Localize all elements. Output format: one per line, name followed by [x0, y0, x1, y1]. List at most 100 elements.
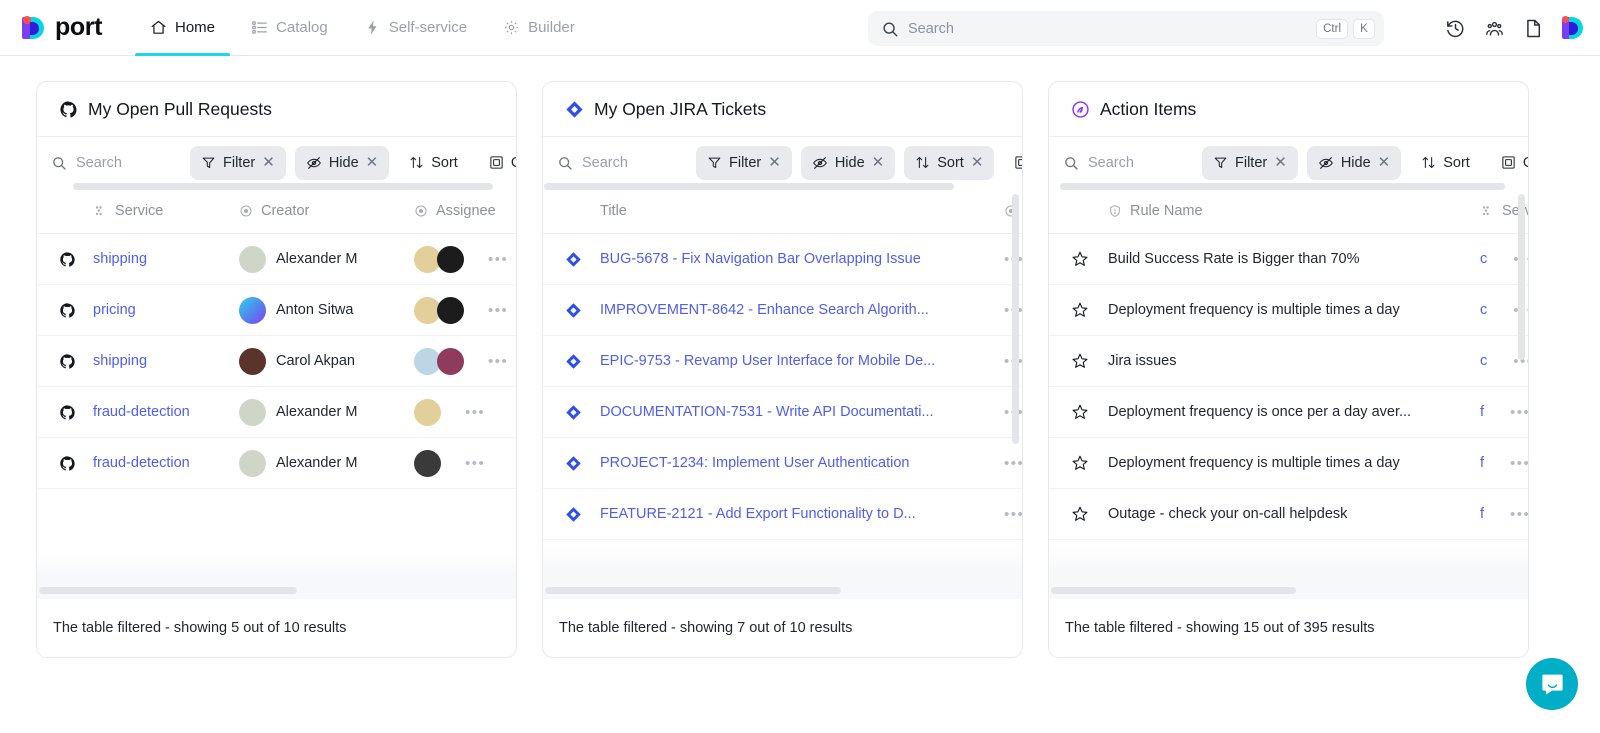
cell-ticket-title[interactable]: PROJECT-1234: Implement User Authenticat…: [600, 455, 1004, 471]
cell-service[interactable]: shipping: [93, 353, 239, 369]
row-star-icon[interactable]: [1049, 403, 1108, 421]
table-row[interactable]: Build Success Rate is Bigger than 70% c …: [1049, 234, 1528, 285]
row-menu-button[interactable]: •••: [465, 455, 485, 472]
column-header-title[interactable]: Title: [600, 203, 1004, 219]
filter-button[interactable]: Filter ✕: [190, 146, 286, 180]
column-header-rule-name[interactable]: Rule Name: [1108, 203, 1480, 219]
cell-ticket-title[interactable]: EPIC-9753 - Revamp User Interface for Mo…: [600, 353, 1004, 369]
column-header-service[interactable]: Service: [93, 203, 239, 219]
table-v-scrollbar[interactable]: [1518, 194, 1525, 360]
table-h-scrollbar[interactable]: [1051, 587, 1296, 594]
row-star-icon[interactable]: [1049, 454, 1108, 472]
service-link[interactable]: c: [1480, 353, 1487, 369]
table-row[interactable]: Deployment frequency is once per a day a…: [1049, 387, 1528, 438]
table-h-scrollbar[interactable]: [545, 587, 841, 594]
clear-sort-icon[interactable]: ✕: [971, 155, 984, 170]
table-row[interactable]: fraud-detection Alexander M •••: [37, 387, 516, 438]
group-button[interactable]: G: [1490, 146, 1529, 180]
row-menu-button[interactable]: •••: [488, 251, 508, 268]
column-header-assignee[interactable]: Assignee: [414, 203, 516, 219]
clear-hide-icon[interactable]: ✕: [366, 155, 379, 170]
cell-ticket-title[interactable]: FEATURE-2121 - Add Export Functionality …: [600, 506, 1004, 522]
cell-ticket-title[interactable]: DOCUMENTATION-7531 - Write API Documenta…: [600, 404, 1004, 420]
table-row[interactable]: pricing Anton Sitwa •••: [37, 285, 516, 336]
sort-button[interactable]: Sort: [398, 146, 469, 180]
service-link[interactable]: c: [1480, 302, 1487, 318]
docs-icon[interactable]: [1523, 18, 1544, 39]
table-row[interactable]: EPIC-9753 - Revamp User Interface for Mo…: [543, 336, 1022, 387]
service-link[interactable]: f: [1480, 404, 1484, 420]
table-search[interactable]: Search: [1063, 155, 1193, 171]
table-row[interactable]: Outage - check your on-call helpdesk f •…: [1049, 489, 1528, 540]
row-menu-button[interactable]: •••: [488, 302, 508, 319]
table-search[interactable]: Search: [51, 155, 181, 171]
table-row[interactable]: IMPROVEMENT-8642 - Enhance Search Algori…: [543, 285, 1022, 336]
service-link[interactable]: f: [1480, 455, 1484, 471]
row-menu-button[interactable]: •••: [1510, 506, 1528, 523]
row-menu-button[interactable]: •••: [1510, 455, 1528, 472]
clear-filter-icon[interactable]: ✕: [262, 155, 275, 170]
nav-item-builder[interactable]: Builder: [485, 0, 593, 56]
service-link[interactable]: f: [1480, 506, 1484, 522]
row-star-icon[interactable]: [1049, 301, 1108, 319]
sort-button[interactable]: Sort: [1410, 146, 1481, 180]
table-row[interactable]: Deployment frequency is multiple times a…: [1049, 438, 1528, 489]
nav-item-home[interactable]: Home: [132, 0, 233, 56]
clear-hide-icon[interactable]: ✕: [872, 155, 885, 170]
table-search[interactable]: Search: [557, 155, 687, 171]
service-link[interactable]: c: [1480, 251, 1487, 267]
row-star-icon[interactable]: [1049, 250, 1108, 268]
filter-button[interactable]: Filter ✕: [696, 146, 792, 180]
account-logo[interactable]: [1562, 16, 1584, 40]
hide-button[interactable]: Hide ✕: [1307, 146, 1401, 180]
group-button[interactable]: [1003, 146, 1023, 180]
nav-item-builder-label: Builder: [528, 19, 575, 36]
cell-ticket-title[interactable]: BUG-5678 - Fix Navigation Bar Overlappin…: [600, 251, 1004, 267]
clear-filter-icon[interactable]: ✕: [1274, 155, 1287, 170]
table-row[interactable]: FEATURE-2121 - Add Export Functionality …: [543, 489, 1022, 540]
clear-filter-icon[interactable]: ✕: [768, 155, 781, 170]
table-scroll-area[interactable]: Service Creator Assignee shippi: [37, 188, 516, 599]
table-v-scrollbar[interactable]: [1012, 194, 1019, 444]
column-header-creator[interactable]: Creator: [239, 203, 414, 219]
table-row[interactable]: shipping Carol Akpan •••: [37, 336, 516, 387]
table-row[interactable]: Deployment frequency is multiple times a…: [1049, 285, 1528, 336]
cell-creator: Anton Sitwa: [239, 297, 414, 324]
hide-button[interactable]: Hide ✕: [295, 146, 389, 180]
table-row[interactable]: BUG-5678 - Fix Navigation Bar Overlappin…: [543, 234, 1022, 285]
row-menu-button[interactable]: •••: [488, 353, 508, 370]
table-row[interactable]: shipping Alexander M •••: [37, 234, 516, 285]
table-scroll-area[interactable]: Rule Name Service Build Success Rate is …: [1049, 188, 1528, 599]
row-menu-button[interactable]: •••: [1510, 404, 1528, 421]
row-star-icon[interactable]: [1049, 505, 1108, 523]
chat-launcher-button[interactable]: [1526, 658, 1578, 710]
table-scroll-area[interactable]: Title BUG-5678 - Fix Navigation Bar Over…: [543, 188, 1022, 599]
global-search[interactable]: Ctrl K: [868, 11, 1384, 46]
global-search-input[interactable]: [908, 21, 1311, 37]
cell-actions: •••: [1004, 503, 1022, 525]
cell-service[interactable]: shipping: [93, 251, 239, 267]
row-menu-button[interactable]: •••: [1004, 455, 1022, 472]
cell-service[interactable]: fraud-detection: [93, 455, 239, 471]
table-row[interactable]: fraud-detection Alexander M •••: [37, 438, 516, 489]
clear-hide-icon[interactable]: ✕: [1378, 155, 1391, 170]
cell-service[interactable]: pricing: [93, 302, 239, 318]
table-row[interactable]: DOCUMENTATION-7531 - Write API Documenta…: [543, 387, 1022, 438]
team-icon[interactable]: [1484, 18, 1505, 39]
table-row[interactable]: Jira issues c •••: [1049, 336, 1528, 387]
table-h-scrollbar[interactable]: [39, 587, 297, 594]
history-icon[interactable]: [1445, 18, 1466, 39]
nav-item-self-service[interactable]: Self-service: [346, 0, 485, 56]
cell-ticket-title[interactable]: IMPROVEMENT-8642 - Enhance Search Algori…: [600, 302, 1004, 318]
cell-service[interactable]: fraud-detection: [93, 404, 239, 420]
brand-logo[interactable]: port: [22, 13, 102, 42]
hide-button[interactable]: Hide ✕: [801, 146, 895, 180]
row-menu-button[interactable]: •••: [465, 404, 485, 421]
row-star-icon[interactable]: [1049, 352, 1108, 370]
sort-button[interactable]: Sort ✕: [904, 146, 994, 180]
group-button[interactable]: G: [478, 146, 517, 180]
filter-button[interactable]: Filter ✕: [1202, 146, 1298, 180]
nav-item-catalog[interactable]: Catalog: [233, 0, 346, 56]
row-menu-button[interactable]: •••: [1004, 506, 1022, 523]
table-row[interactable]: PROJECT-1234: Implement User Authenticat…: [543, 438, 1022, 489]
